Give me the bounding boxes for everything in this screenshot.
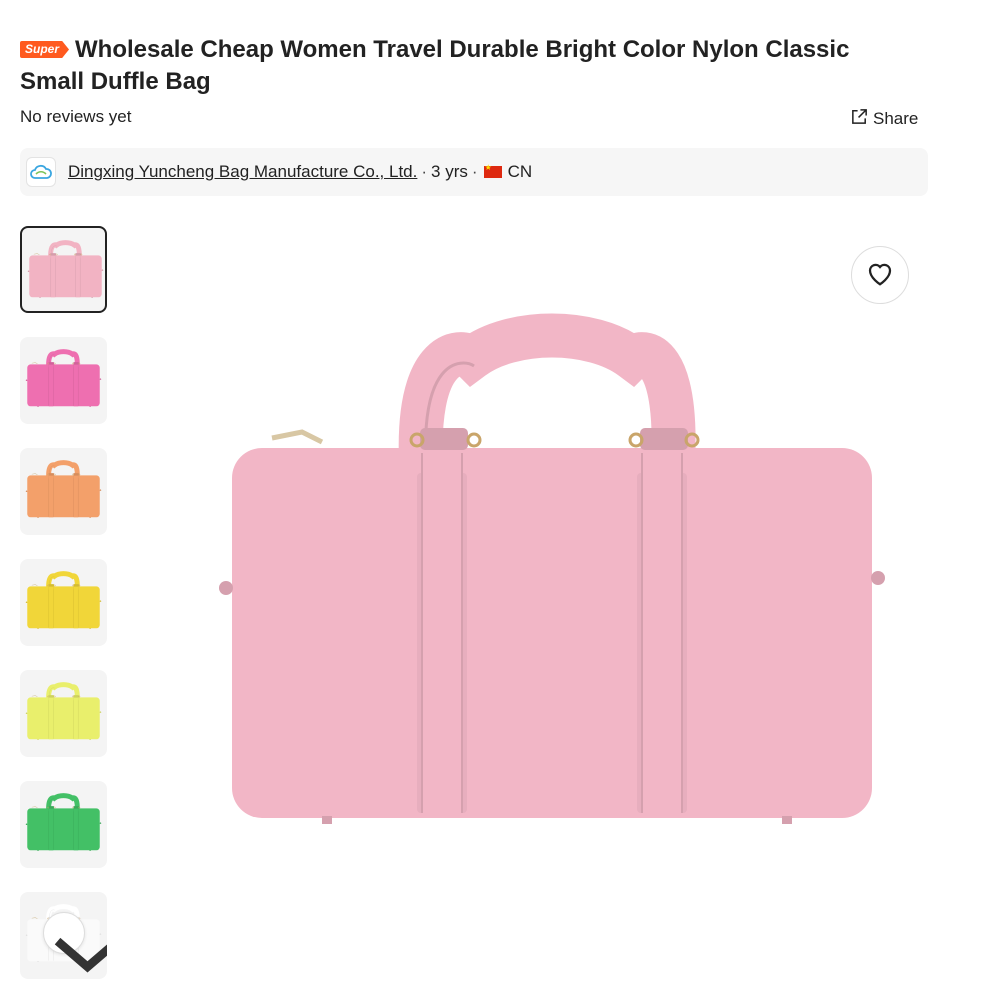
share-label: Share [873,109,919,128]
separator-dot: · [471,162,478,181]
thumbnail-yellow[interactable] [20,559,107,646]
supplier-name-link[interactable]: Dingxing Yuncheng Bag Manufacture Co., L… [68,162,417,182]
chevron-down-icon[interactable] [43,912,107,973]
supplier-bar: Dingxing Yuncheng Bag Manufacture Co., L… [20,148,928,196]
product-title-block: Super Wholesale Cheap Women Travel Durabl… [20,34,900,98]
duffle-bag-image [219,313,885,824]
thumbnail-bag-image [27,240,104,298]
thumbnail-green[interactable] [20,781,107,868]
heart-icon [865,259,895,292]
thumbnail-lime[interactable] [20,670,107,757]
favorite-button[interactable] [851,246,909,304]
supplier-years: 3 yrs [431,162,468,181]
thumbnail-white[interactable] [20,892,107,979]
cloud-logo-icon [26,157,56,187]
super-badge: Super [20,41,70,58]
china-flag-icon [483,163,502,178]
thumbnail-bag-image [25,571,102,629]
thumbnail-bag-image [25,460,102,518]
supplier-country: CN [507,162,533,181]
thumbnail-bag-image [25,349,102,407]
share-icon [850,107,869,131]
share-button[interactable]: Share [850,107,918,131]
thumbnail-bag-image [25,682,102,740]
thumbnail-hot-pink[interactable] [20,337,107,424]
main-product-image[interactable] [172,226,928,982]
product-title: Wholesale Cheap Women Travel Durable Bri… [20,36,850,95]
thumbnail-orange[interactable] [20,448,107,535]
thumbnail-pink[interactable] [20,226,107,313]
thumbnail-list [20,226,107,990]
thumbnail-bag-image [25,793,102,851]
separator-dot: · [421,162,428,181]
reviews-status: No reviews yet [20,107,132,126]
